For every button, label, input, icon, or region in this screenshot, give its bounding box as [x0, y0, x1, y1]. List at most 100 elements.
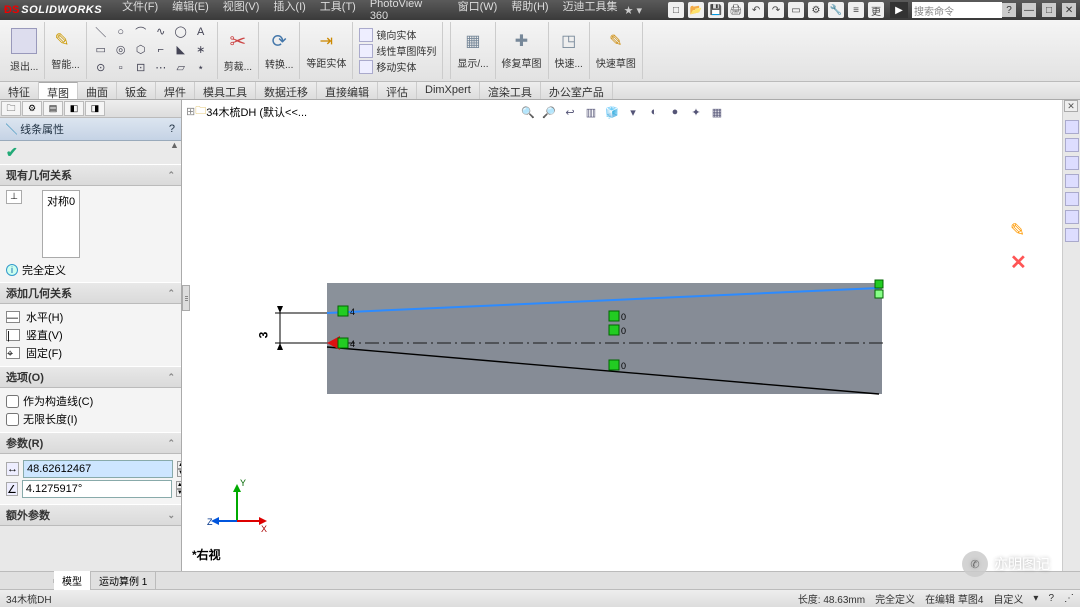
status-help-icon[interactable]: ? — [1048, 593, 1054, 604]
search-input[interactable]: 搜索命令 — [912, 2, 1002, 18]
mirror-button[interactable]: 镜向实体 — [359, 27, 436, 42]
confirm-sketch-icon[interactable]: ✎ — [1010, 220, 1032, 242]
tab-weld[interactable]: 焊件 — [156, 82, 195, 99]
menu-photoview[interactable]: PhotoView 360 — [370, 0, 444, 22]
view-orient-icon[interactable]: 🧊 — [604, 104, 620, 120]
panel-scroll-up[interactable]: ▲ — [170, 140, 180, 150]
add-fix[interactable]: ⌖固定(F) — [6, 344, 175, 362]
search-icon[interactable]: ▶ — [890, 2, 908, 18]
status-custom[interactable]: 自定义 — [993, 591, 1023, 606]
menu-tools[interactable]: 工具(T) — [320, 0, 356, 22]
taskpane-item-4[interactable] — [1065, 174, 1079, 188]
repair-button[interactable]: ✚ 修复草图 — [496, 22, 549, 79]
new-icon[interactable]: □ — [668, 2, 684, 18]
text-icon[interactable]: A — [193, 25, 209, 39]
section-add-relations[interactable]: 添加几何关系⌃ — [0, 282, 181, 304]
cancel-sketch-icon[interactable]: ✕ — [1010, 250, 1032, 272]
circle-icon[interactable]: ○ — [113, 25, 129, 39]
tab-office[interactable]: 办公室产品 — [541, 82, 613, 99]
open-icon[interactable]: 📂 — [688, 2, 704, 18]
help-icon[interactable]: ? — [1002, 3, 1016, 17]
tab-motion[interactable]: 运动算例 1 — [91, 571, 156, 590]
add-horizontal[interactable]: —水平(H) — [6, 308, 175, 326]
fillet-icon[interactable]: ⌐ — [153, 43, 169, 57]
dash-icon[interactable]: ⋯ — [153, 61, 169, 75]
dimension-label[interactable]: 3 — [256, 332, 270, 339]
taskpane-item-1[interactable] — [1065, 120, 1079, 134]
point-icon[interactable]: ∗ — [193, 43, 209, 57]
panel-tab-3[interactable]: ▤ — [43, 101, 63, 116]
graphics-area[interactable]: ⊞ 🗀 34木梳DH (默认<<... — [182, 100, 1062, 571]
zoom-area-icon[interactable]: 🔎 — [541, 104, 557, 120]
select-icon[interactable]: ▭ — [788, 2, 804, 18]
print-icon[interactable]: 🖨 — [728, 2, 744, 18]
menu-help[interactable]: 帮助(H) — [511, 0, 548, 22]
close-icon[interactable]: ✕ — [1062, 3, 1076, 17]
slot-icon[interactable]: ◎ — [113, 43, 129, 57]
more-icon[interactable]: ≡ — [848, 2, 864, 18]
display-button[interactable]: ▦ 显示/... — [451, 22, 495, 79]
hide-show-icon[interactable]: ◐ — [646, 104, 662, 120]
display-style-icon[interactable]: ▾ — [625, 104, 641, 120]
appearance-icon[interactable]: ● — [667, 104, 683, 120]
quick2-button[interactable]: ✎ 快速草图 — [590, 22, 643, 79]
redo-icon[interactable]: ↷ — [768, 2, 784, 18]
taskpane-item-7[interactable] — [1065, 228, 1079, 242]
trim-button[interactable]: ✂ 剪裁... — [218, 22, 259, 79]
save-icon[interactable]: 💾 — [708, 2, 724, 18]
exit-sketch-button[interactable]: 退出... — [4, 22, 45, 79]
center-icon[interactable]: ⊙ — [93, 61, 109, 75]
tab-mold[interactable]: 模具工具 — [195, 82, 256, 99]
line-icon[interactable]: ＼ — [93, 25, 109, 39]
param-angle-input[interactable] — [22, 480, 172, 498]
maximize-icon[interactable]: □ — [1042, 3, 1056, 17]
scene-icon[interactable]: ✦ — [688, 104, 704, 120]
zoom-fit-icon[interactable]: 🔍 — [520, 104, 536, 120]
ref-icon[interactable]: ⊡ — [133, 61, 149, 75]
tab-sheet[interactable]: 钣金 — [117, 82, 156, 99]
taskpane-item-6[interactable] — [1065, 210, 1079, 224]
panel-tab-2[interactable]: ⚙ — [22, 101, 42, 116]
more2-icon[interactable]: ⋆ — [193, 61, 209, 75]
confirm-icon[interactable]: ✔ — [6, 144, 18, 160]
section-options[interactable]: 选项(O)⌃ — [0, 366, 181, 388]
section-params[interactable]: 参数(R)⌃ — [0, 432, 181, 454]
extra-icon[interactable]: 更 — [868, 2, 884, 18]
menu-maidi[interactable]: 迈迪工具集 — [563, 0, 618, 22]
pic-icon[interactable]: ▫ — [113, 61, 129, 75]
tab-sketch[interactable]: 草图 — [39, 82, 78, 99]
menu-edit[interactable]: 编辑(E) — [172, 0, 209, 22]
undo-icon[interactable]: ↶ — [748, 2, 764, 18]
opt-construction[interactable]: 作为构造线(C) — [6, 392, 175, 410]
chamfer-icon[interactable]: ◣ — [173, 43, 189, 57]
arc-icon[interactable]: ⌒ — [133, 25, 149, 39]
quick-button[interactable]: ◳ 快速... — [549, 22, 590, 79]
section-existing-relations[interactable]: 现有几何关系⌃ — [0, 164, 181, 186]
menu-file[interactable]: 文件(F) — [122, 0, 158, 22]
view-set-icon[interactable]: ▦ — [709, 104, 725, 120]
panel-tab-1[interactable]: 🗀 — [1, 101, 21, 116]
param-length-input[interactable] — [23, 460, 173, 478]
rebuild-icon[interactable]: 🔧 — [828, 2, 844, 18]
taskpane-item-2[interactable] — [1065, 138, 1079, 152]
tab-dimx[interactable]: DimXpert — [417, 82, 480, 99]
move-button[interactable]: 移动实体 — [359, 59, 436, 74]
menu-view[interactable]: 视图(V) — [223, 0, 260, 22]
options-icon[interactable]: ⚙ — [808, 2, 824, 18]
relation-item[interactable]: 对称0 — [47, 193, 75, 209]
rect-icon[interactable]: ▭ — [93, 43, 109, 57]
panel-tab-5[interactable]: ◨ — [85, 101, 105, 116]
status-unit-icon[interactable]: ▾ — [1033, 593, 1038, 604]
tab-direct[interactable]: 直接编辑 — [317, 82, 378, 99]
prev-view-icon[interactable]: ↩ — [562, 104, 578, 120]
linear-button[interactable]: 线性草图阵列 — [359, 43, 436, 58]
poly-icon[interactable]: ⬡ — [133, 43, 149, 57]
menu-insert[interactable]: 插入(I) — [273, 0, 305, 22]
opt-infinite[interactable]: 无限长度(I) — [6, 410, 175, 428]
tab-data[interactable]: 数据迁移 — [256, 82, 317, 99]
minimize-icon[interactable]: — — [1022, 3, 1036, 17]
panel-help-icon[interactable]: ? — [169, 123, 175, 135]
tab-surface[interactable]: 曲面 — [78, 82, 117, 99]
menu-window[interactable]: 窗口(W) — [458, 0, 498, 22]
spline-icon[interactable]: ∿ — [153, 25, 169, 39]
